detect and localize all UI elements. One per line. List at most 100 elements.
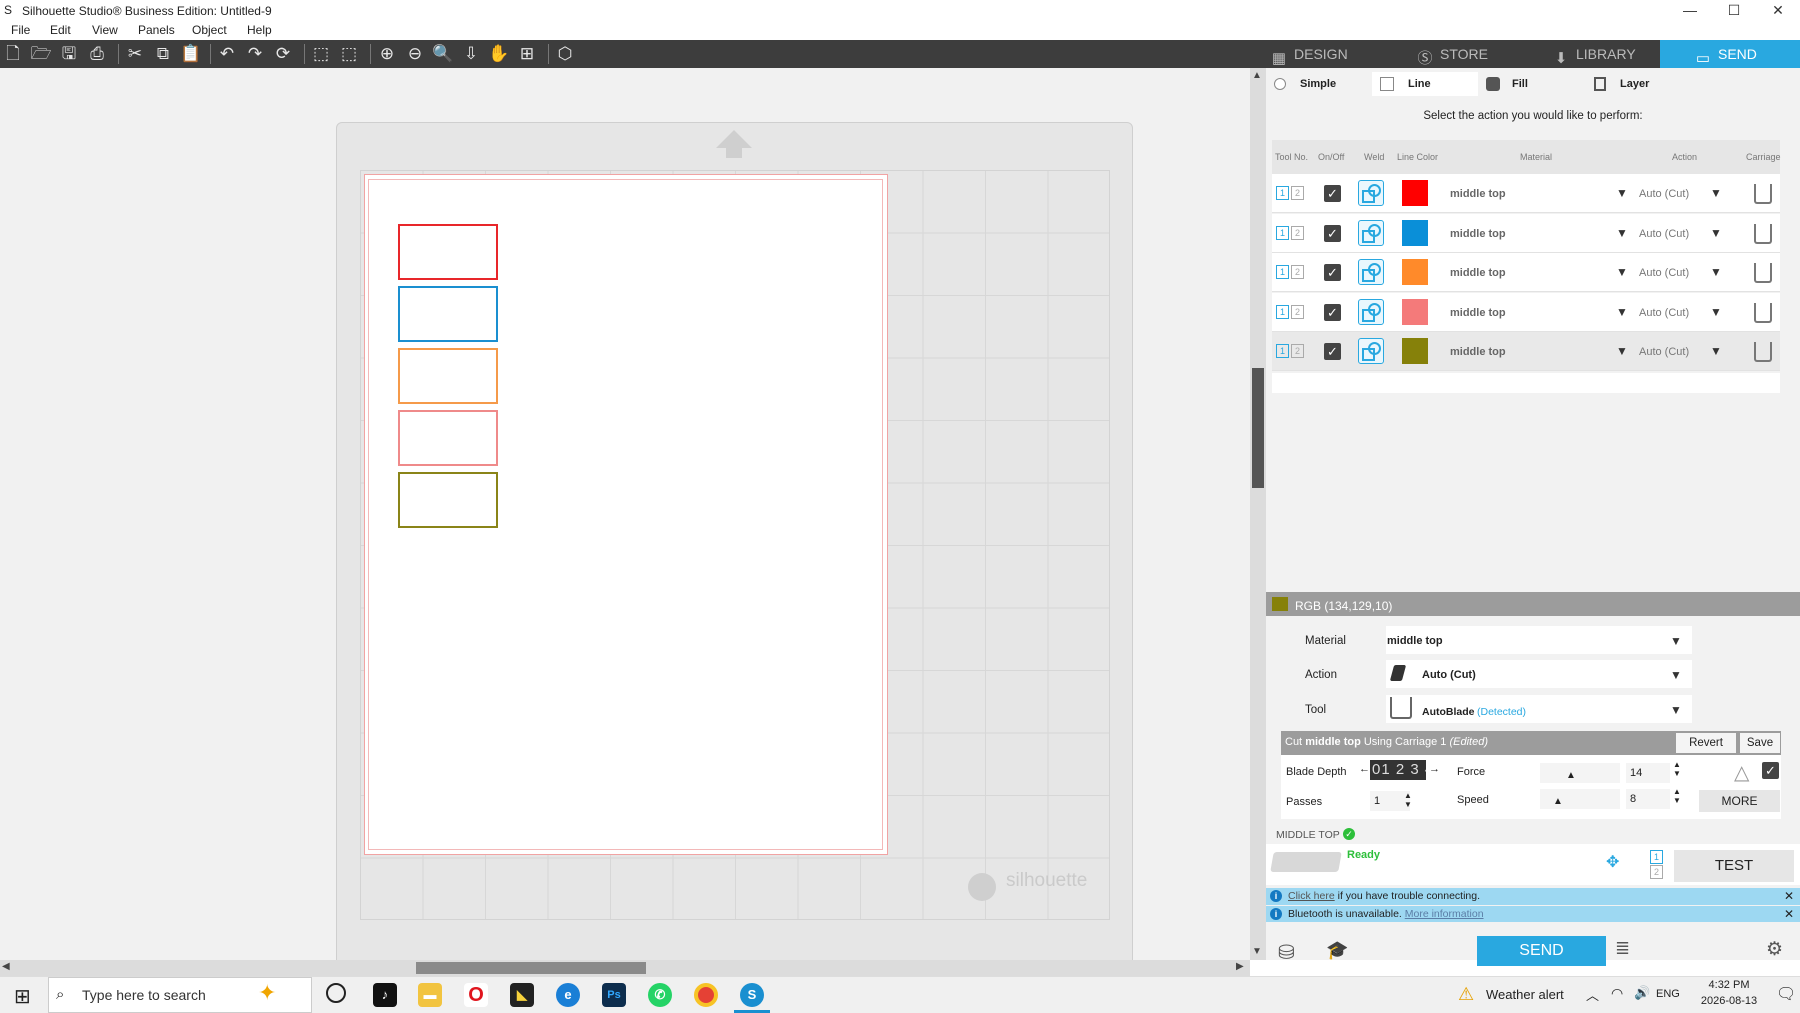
table-row[interactable]: 12 ✓ middle top ▼ Auto (Cut) ▼	[1272, 332, 1780, 371]
material-value[interactable]: middle top	[1450, 228, 1506, 240]
carriage-icon[interactable]	[1754, 342, 1772, 362]
mode-tab-simple[interactable]: Simple	[1272, 72, 1372, 96]
tutorial-cap-icon[interactable]: 🎓	[1326, 940, 1348, 961]
weld-toggle-icon[interactable]	[1358, 180, 1384, 206]
clock-time[interactable]: 4:32 PM	[1694, 979, 1764, 991]
tool-number-1[interactable]: 1	[1276, 344, 1289, 358]
pan-hand-icon[interactable]: ✋	[488, 43, 510, 65]
speaker-icon[interactable]: 🔊	[1634, 985, 1650, 1001]
test-button[interactable]: TEST	[1674, 850, 1794, 882]
action-value[interactable]: Auto (Cut)	[1639, 188, 1689, 200]
tool-number-2[interactable]: 2	[1291, 304, 1304, 319]
chevron-down-icon[interactable]: ▼	[1670, 634, 1682, 648]
force-stepper-icon[interactable]: ▲ ▼	[1673, 760, 1681, 778]
tab-store[interactable]: Ⓢ STORE	[1408, 40, 1548, 68]
menu-panels[interactable]: Panels	[138, 23, 175, 37]
tool-number-select[interactable]: 12	[1276, 304, 1306, 320]
move-arrows-icon[interactable]: ✥	[1606, 852, 1619, 872]
simple-radio-icon[interactable]	[1274, 78, 1286, 90]
select-all-icon[interactable]: ⬚	[310, 43, 332, 65]
tab-library[interactable]: ⬇ LIBRARY	[1544, 40, 1660, 68]
chevron-down-icon[interactable]: ▼	[1670, 668, 1682, 682]
close-icon[interactable]: ✕	[1784, 907, 1794, 921]
action-value[interactable]: Auto (Cut)	[1639, 267, 1689, 279]
tool-number-2[interactable]: 2	[1291, 186, 1304, 200]
force-slider[interactable]	[1540, 763, 1620, 783]
chevron-down-icon[interactable]: ▼	[1616, 305, 1628, 319]
table-row[interactable]: 12 ✓ middle top ▼ Auto (Cut) ▼	[1272, 253, 1780, 292]
deselect-icon[interactable]: ⬚	[338, 43, 360, 65]
carriage-select[interactable]: 12	[1650, 850, 1666, 879]
speed-slider-handle-icon[interactable]: ▲	[1553, 796, 1563, 807]
silhouette-studio-icon[interactable]: S	[740, 983, 764, 1007]
tool-number-2[interactable]: 2	[1291, 265, 1304, 279]
language-indicator[interactable]: ENG	[1656, 988, 1680, 1000]
blade-depth-left-arrow-icon[interactable]: ←	[1359, 763, 1370, 775]
more-information-link[interactable]: More information	[1405, 908, 1484, 920]
weld-toggle-icon[interactable]	[1358, 219, 1384, 246]
file-explorer-icon[interactable]: ▬	[418, 983, 442, 1007]
scroll-right-icon[interactable]: ▶	[1236, 961, 1244, 972]
send-history-icon[interactable]: ⛁	[1278, 940, 1295, 965]
zoom-in-icon[interactable]: ⊕	[376, 43, 398, 65]
chevron-down-icon[interactable]: ▼	[1710, 226, 1722, 240]
opera-icon[interactable]: O	[464, 983, 488, 1007]
chevron-down-icon[interactable]: ▼	[1710, 265, 1722, 279]
table-row[interactable]: 12 ✓ middle top ▼ Auto (Cut) ▼	[1272, 292, 1780, 332]
force-input[interactable]: 14	[1626, 763, 1670, 783]
action-value[interactable]: Auto (Cut)	[1639, 307, 1689, 319]
shape-rectangle-red[interactable]	[398, 224, 498, 280]
blade-depth-dial[interactable]: 01 2 3 4	[1370, 760, 1426, 780]
cut-icon[interactable]: ✂	[124, 43, 146, 65]
menu-file[interactable]: File	[11, 23, 30, 37]
tool-number-1[interactable]: 1	[1276, 265, 1289, 279]
on-off-checkbox[interactable]: ✓	[1324, 264, 1341, 281]
print-icon[interactable]: ⎙	[86, 43, 108, 65]
restore-button[interactable]: ☐	[1712, 0, 1756, 22]
speed-stepper-icon[interactable]: ▲ ▼	[1673, 787, 1681, 805]
chevron-up-icon[interactable]: ︿	[1586, 985, 1599, 1004]
tool-number-select[interactable]: 12	[1276, 265, 1306, 280]
menu-view[interactable]: View	[92, 23, 118, 37]
scroll-left-icon[interactable]: ◀	[2, 961, 10, 972]
photoshop-icon[interactable]: Ps	[602, 983, 626, 1007]
shape-rectangle-olive[interactable]	[398, 472, 498, 528]
click-here-link[interactable]: Click here	[1288, 890, 1335, 902]
on-off-checkbox[interactable]: ✓	[1324, 185, 1341, 202]
notifications-icon[interactable]: 🗨	[1776, 984, 1796, 1004]
new-file-icon[interactable]: 🗋	[2, 43, 24, 65]
move-down-icon[interactable]: ⇩	[460, 43, 482, 65]
whatsapp-icon[interactable]: ✆	[648, 983, 672, 1007]
revert-button[interactable]: Revert	[1676, 733, 1736, 753]
on-off-checkbox[interactable]: ✓	[1324, 343, 1341, 360]
overcut-checkbox[interactable]: ✓	[1762, 762, 1779, 779]
shape-rectangle-pink[interactable]	[398, 410, 498, 466]
windows-start-icon[interactable]: ⊞	[14, 984, 31, 1009]
on-off-checkbox[interactable]: ✓	[1324, 303, 1341, 321]
tool-number-select[interactable]: 12	[1276, 344, 1306, 359]
material-value[interactable]: middle top	[1450, 307, 1506, 319]
more-button[interactable]: MORE	[1699, 790, 1780, 812]
copy-icon[interactable]: ⧉	[152, 43, 174, 65]
tool-number-select[interactable]: 12	[1276, 225, 1306, 241]
blade-depth-right-arrow-icon[interactable]: →	[1429, 763, 1440, 775]
scroll-down-icon[interactable]: ▼	[1252, 946, 1262, 957]
chevron-down-icon[interactable]: ▼	[1710, 186, 1722, 200]
carriage-icon[interactable]	[1754, 263, 1772, 283]
vertical-scroll-thumb[interactable]	[1252, 368, 1264, 488]
tool-number-1[interactable]: 1	[1276, 225, 1289, 240]
carriage-icon[interactable]	[1754, 184, 1772, 204]
weld-toggle-icon[interactable]	[1358, 298, 1384, 325]
close-button[interactable]: ✕	[1756, 0, 1800, 22]
close-icon[interactable]: ✕	[1784, 889, 1794, 903]
save-icon[interactable]: 🖫	[58, 43, 80, 65]
task-view-icon[interactable]	[326, 983, 346, 1003]
weld-toggle-icon[interactable]	[1358, 259, 1384, 285]
scroll-up-icon[interactable]: ▲	[1252, 70, 1262, 81]
save-button[interactable]: Save	[1740, 733, 1780, 753]
carriage-icon[interactable]	[1754, 223, 1772, 244]
on-off-checkbox[interactable]: ✓	[1324, 224, 1341, 242]
tool-number-select[interactable]: 12	[1276, 186, 1306, 201]
chevron-down-icon[interactable]: ▼	[1616, 265, 1628, 279]
passes-stepper-icon[interactable]: ▲ ▼	[1404, 791, 1412, 809]
